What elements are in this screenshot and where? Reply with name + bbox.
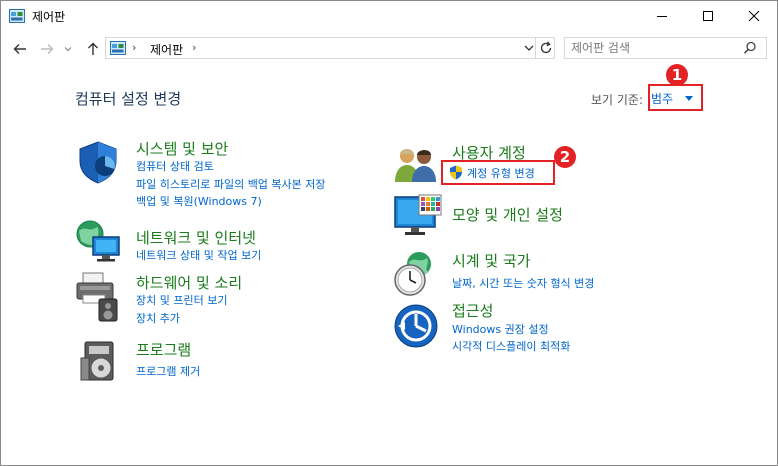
highlight-box-view-by	[648, 84, 703, 111]
maximize-button[interactable]	[685, 1, 731, 31]
recent-locations-button[interactable]	[61, 39, 75, 59]
address-bar[interactable]: › 제어판 ›	[105, 37, 555, 59]
breadcrumb-chevron-icon[interactable]: ›	[192, 41, 196, 54]
chevron-down-icon	[64, 47, 72, 52]
window-title: 제어판	[32, 10, 66, 24]
view-by-label: 보기 기준:	[591, 93, 644, 107]
page-title: 컴퓨터 설정 변경	[75, 90, 182, 108]
link-uninstall-program[interactable]: 프로그램 제거	[136, 363, 200, 379]
link-change-date-time-format[interactable]: 날짜, 시간 또는 숫자 형식 변경	[452, 275, 594, 291]
link-network-status[interactable]: 네트워크 상태 및 작업 보기	[136, 247, 261, 263]
control-panel-icon	[110, 41, 126, 55]
address-dropdown-icon[interactable]	[522, 41, 536, 55]
link-add-device[interactable]: 장치 추가	[136, 310, 180, 326]
accessibility-icon[interactable]	[393, 303, 439, 349]
search-icon[interactable]	[743, 41, 757, 55]
control-panel-window: 제어판 › 제어판 › 제어판 검색 컴퓨터 설정 변경 보기 기준: 범주 1…	[0, 0, 778, 466]
maximize-icon	[703, 11, 713, 21]
link-optimize-visual-display[interactable]: 시각적 디스플레이 최적화	[452, 338, 570, 354]
title-bar: 제어판	[1, 1, 777, 31]
link-file-history-backup[interactable]: 파일 히스토리로 파일의 백업 복사본 저장	[136, 176, 326, 192]
category-clock-region[interactable]: 시계 및 국가	[452, 250, 531, 271]
category-hardware-sound[interactable]: 하드웨어 및 소리	[136, 272, 242, 293]
breadcrumb-chevron-icon[interactable]: ›	[132, 41, 136, 54]
users-icon[interactable]	[393, 144, 439, 184]
globe-network-icon[interactable]	[75, 219, 123, 263]
close-button[interactable]	[731, 1, 777, 31]
forward-button[interactable]	[37, 39, 57, 59]
forward-arrow-icon	[41, 44, 54, 54]
search-box[interactable]	[564, 37, 767, 59]
back-button[interactable]	[10, 39, 30, 59]
programs-icon[interactable]	[79, 338, 121, 384]
printer-icon[interactable]	[75, 269, 121, 323]
category-system-security[interactable]: 시스템 및 보안	[136, 138, 228, 159]
category-programs[interactable]: 프로그램	[136, 339, 191, 360]
link-review-computer-status[interactable]: 컴퓨터 상태 검토	[136, 158, 214, 174]
category-network-internet[interactable]: 네트워크 및 인터넷	[136, 227, 256, 248]
breadcrumb-control-panel[interactable]: 제어판	[150, 41, 183, 58]
address-divider	[535, 38, 536, 58]
clock-globe-icon[interactable]	[393, 250, 437, 298]
link-backup-restore[interactable]: 백업 및 복원(Windows 7)	[136, 193, 262, 209]
category-appearance-personalization[interactable]: 모양 및 개인 설정	[452, 204, 563, 225]
link-devices-printers[interactable]: 장치 및 프린터 보기	[136, 292, 227, 308]
minimize-button[interactable]	[639, 1, 685, 31]
control-panel-icon	[9, 9, 25, 23]
close-icon	[748, 10, 760, 22]
shield-icon[interactable]	[75, 139, 121, 185]
monitor-palette-icon[interactable]	[393, 193, 443, 239]
link-recommended-settings[interactable]: Windows 권장 설정	[452, 321, 549, 337]
step-badge-2: 2	[554, 146, 576, 168]
up-button[interactable]	[83, 39, 103, 59]
up-arrow-icon	[88, 42, 98, 55]
step-badge-1: 1	[666, 64, 688, 86]
category-ease-of-access[interactable]: 접근성	[452, 300, 493, 321]
refresh-icon[interactable]	[538, 40, 554, 56]
highlight-box-account-type	[441, 160, 555, 185]
search-input[interactable]	[571, 39, 731, 57]
minimize-icon	[657, 16, 667, 17]
back-arrow-icon	[13, 44, 26, 54]
